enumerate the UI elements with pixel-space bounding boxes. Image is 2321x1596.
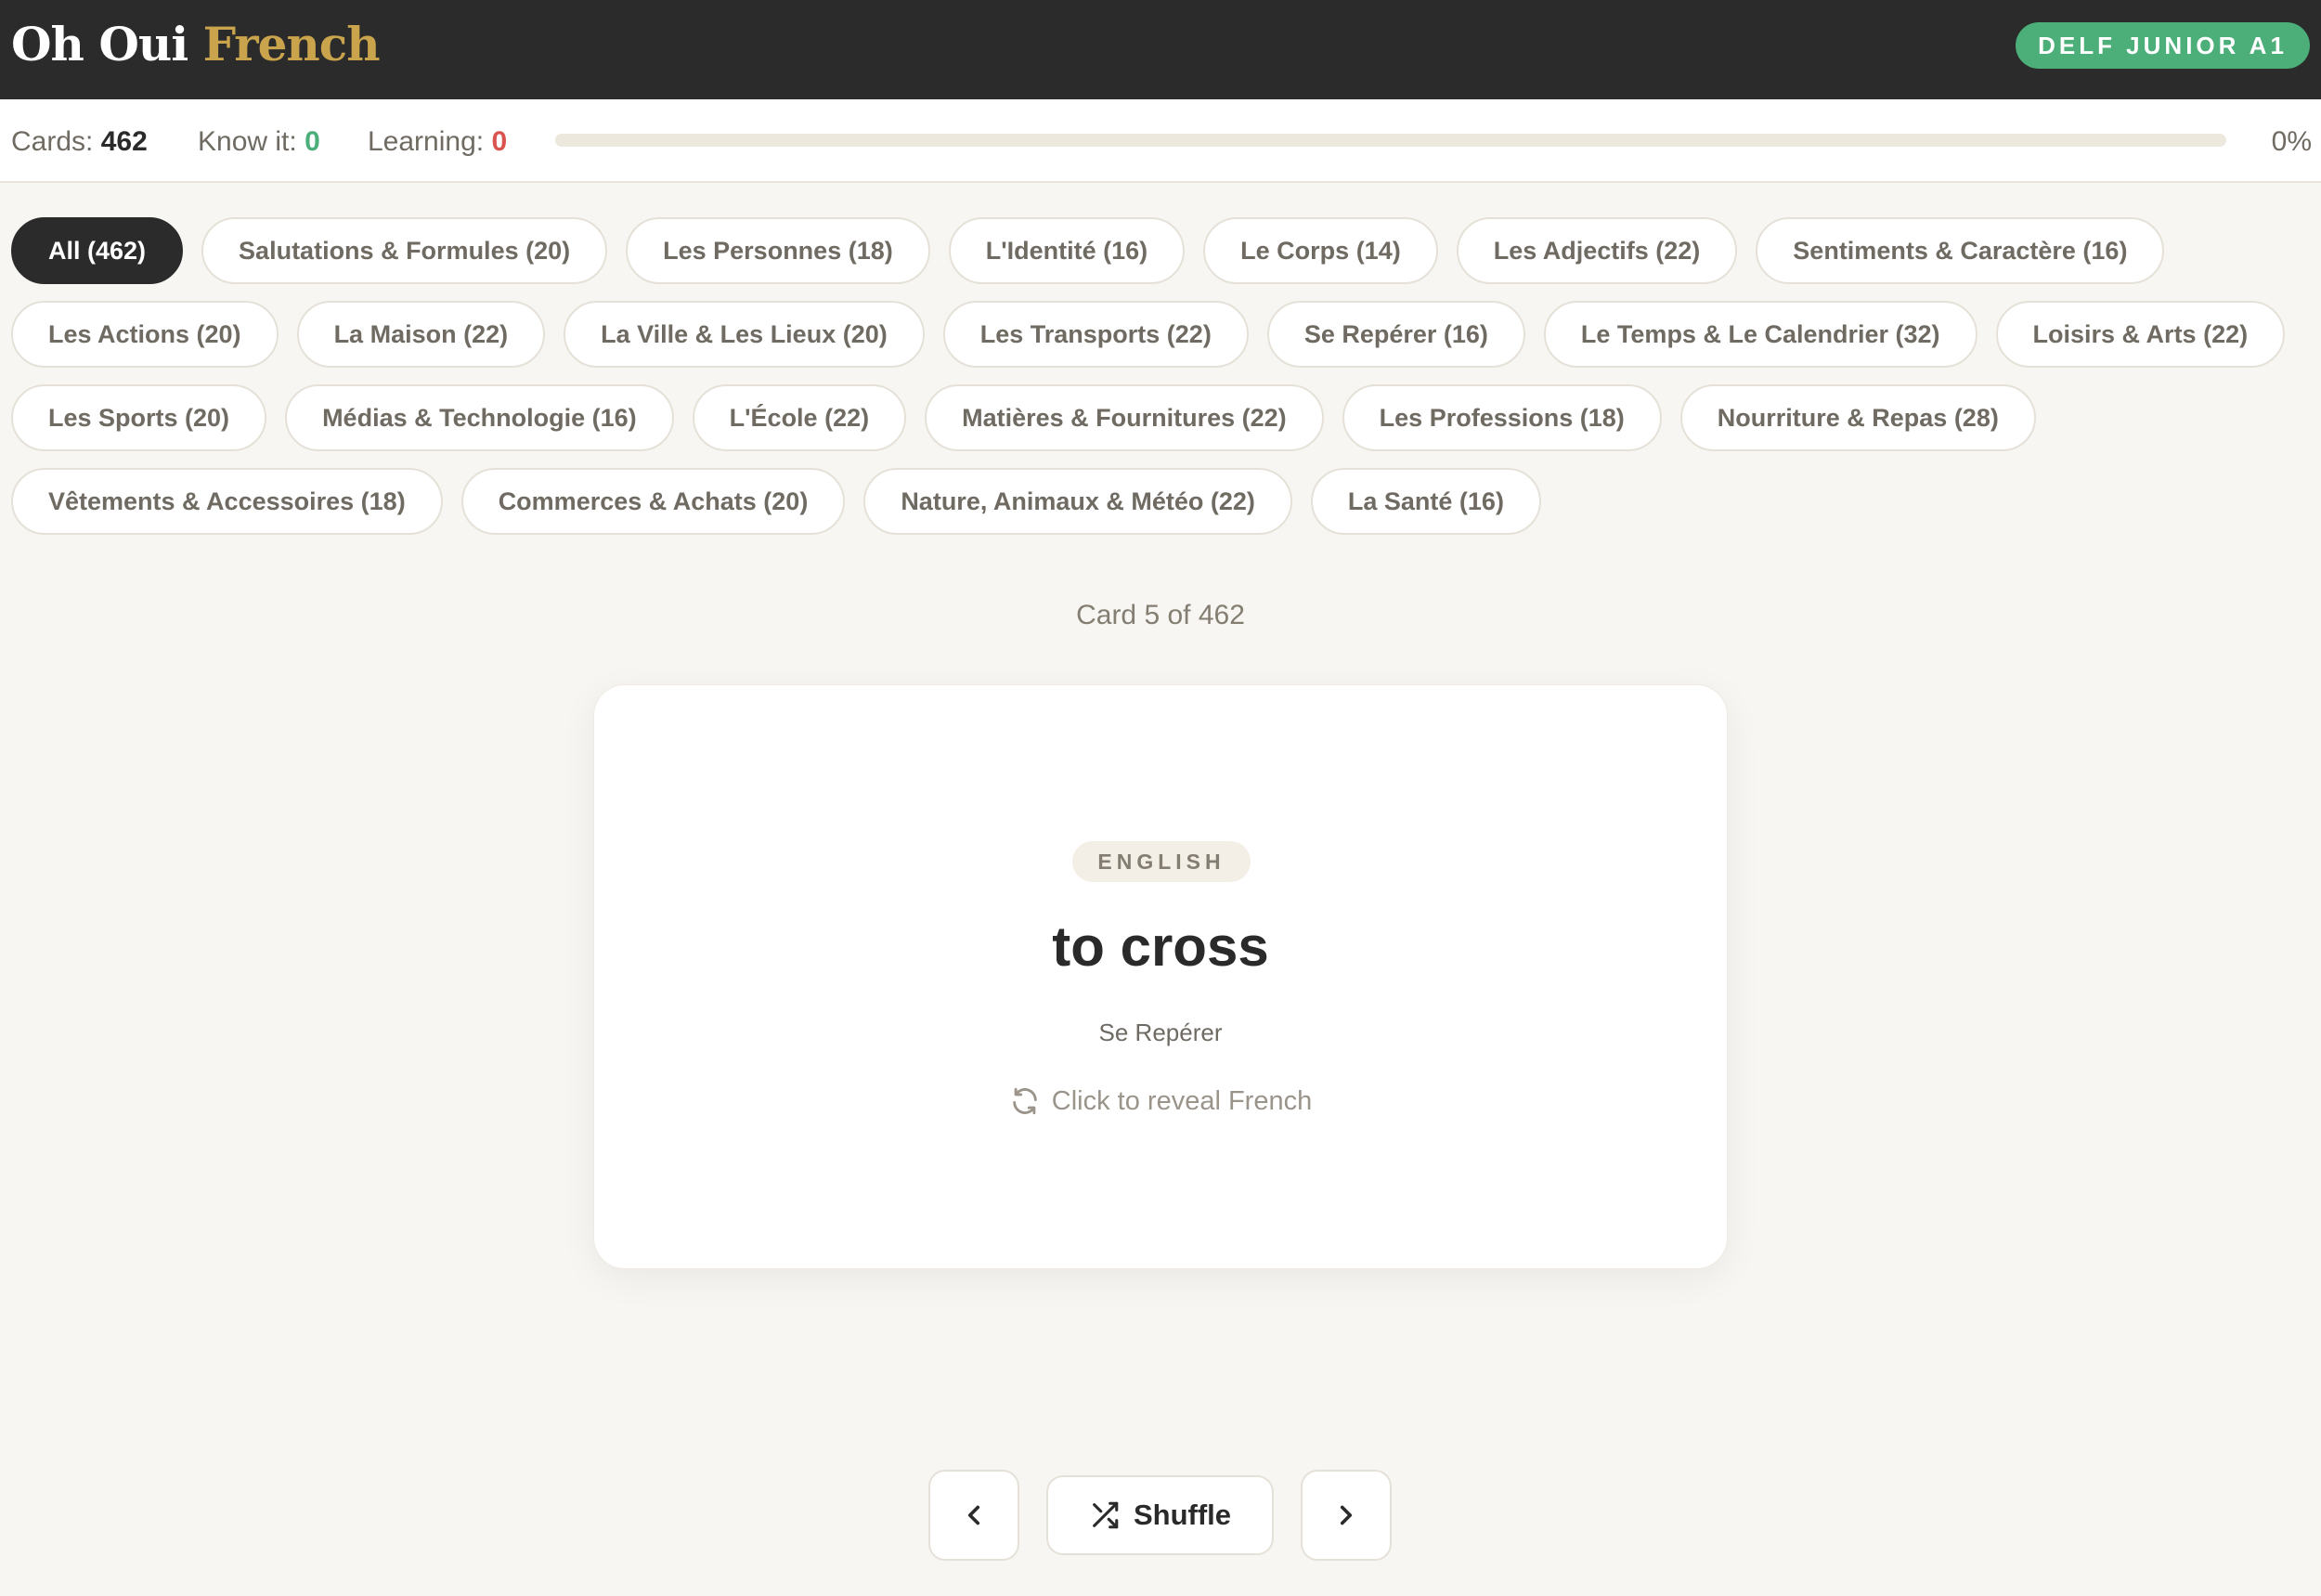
category-pill[interactable]: Se Repérer (16) bbox=[1266, 301, 1525, 368]
shuffle-label: Shuffle bbox=[1133, 1499, 1232, 1531]
shuffle-icon bbox=[1093, 1501, 1119, 1529]
category-filter-list: All (462) Salutations & Formules (20) Les … bbox=[11, 217, 2314, 535]
flashcard[interactable]: ENGLISH to cross Se Repérer Click to rev… bbox=[593, 684, 1728, 1269]
logo-word-french: French bbox=[202, 17, 381, 71]
stat-learning-label: Learning: bbox=[368, 126, 485, 157]
app-header: Oh Oui French DELF JUNIOR A1 bbox=[0, 0, 2321, 99]
progress-bar bbox=[555, 134, 2226, 147]
category-pill[interactable]: Matières & Fournitures (22) bbox=[925, 384, 1324, 451]
app-logo[interactable]: Oh Oui French bbox=[11, 17, 381, 72]
stat-know-it-value: 0 bbox=[305, 126, 320, 157]
stat-learning-value: 0 bbox=[491, 126, 508, 157]
category-pill[interactable]: Nourriture & Repas (28) bbox=[1679, 384, 2036, 451]
category-pill[interactable]: Salutations & Formules (20) bbox=[201, 217, 608, 284]
stat-cards-value: 462 bbox=[100, 126, 148, 157]
category-pill[interactable]: Nature, Animaux & Météo (22) bbox=[863, 468, 1292, 535]
reveal-hint-text: Click to reveal French bbox=[1051, 1086, 1313, 1116]
category-pill[interactable]: Vêtements & Accessoires (18) bbox=[11, 468, 443, 535]
category-pill[interactable]: Sentiments & Caractère (16) bbox=[1756, 217, 2165, 284]
chevron-left-icon bbox=[967, 1505, 980, 1525]
category-pill[interactable]: Le Temps & Le Calendrier (32) bbox=[1543, 301, 1977, 368]
stat-know-it-label: Know it: bbox=[198, 126, 297, 157]
category-pill[interactable]: Les Personnes (18) bbox=[626, 217, 930, 284]
stat-learning: Learning: 0 bbox=[368, 125, 507, 159]
category-pill[interactable]: Loisirs & Arts (22) bbox=[1995, 301, 2286, 368]
logo-word-oh-oui: Oh Oui bbox=[11, 17, 188, 71]
category-pill[interactable]: Les Transports (22) bbox=[942, 301, 1249, 368]
category-pill[interactable]: Les Actions (20) bbox=[11, 301, 279, 368]
category-pill[interactable]: Les Adjectifs (22) bbox=[1456, 217, 1738, 284]
shuffle-button[interactable]: Shuffle bbox=[1046, 1475, 1274, 1555]
refresh-icon bbox=[1013, 1087, 1037, 1115]
category-pill[interactable]: La Maison (22) bbox=[296, 301, 546, 368]
language-tag: ENGLISH bbox=[1072, 841, 1251, 882]
stat-know-it: Know it: 0 bbox=[198, 125, 320, 159]
stat-cards: Cards: 462 bbox=[11, 125, 148, 159]
category-pill[interactable]: L'Identité (16) bbox=[948, 217, 1186, 284]
progress-percent: 0% bbox=[2271, 126, 2312, 157]
previous-card-button[interactable] bbox=[928, 1470, 1019, 1561]
card-counter: Card 5 of 462 bbox=[1076, 600, 1245, 630]
category-pill[interactable]: L'École (22) bbox=[692, 384, 907, 451]
reveal-hint: Click to reveal French bbox=[594, 1084, 1727, 1118]
next-card-button[interactable] bbox=[1301, 1470, 1392, 1561]
category-pill[interactable]: Commerces & Achats (20) bbox=[460, 468, 846, 535]
flashcard-category: Se Repérer bbox=[1098, 1019, 1223, 1046]
stat-cards-label: Cards: bbox=[11, 126, 94, 157]
category-pill[interactable]: Médias & Technologie (16) bbox=[285, 384, 674, 451]
level-badge: DELF JUNIOR A1 bbox=[2016, 22, 2310, 69]
category-pill[interactable]: Les Professions (18) bbox=[1342, 384, 1662, 451]
category-pill[interactable]: Le Corps (14) bbox=[1203, 217, 1438, 284]
chevron-right-icon bbox=[1340, 1505, 1353, 1525]
category-pill[interactable]: Les Sports (20) bbox=[11, 384, 267, 451]
flashcard-word: to cross bbox=[1052, 915, 1269, 978]
category-pill[interactable]: All (462) bbox=[11, 217, 184, 284]
category-pill[interactable]: La Santé (16) bbox=[1310, 468, 1541, 535]
category-pill[interactable]: La Ville & Les Lieux (20) bbox=[564, 301, 925, 368]
